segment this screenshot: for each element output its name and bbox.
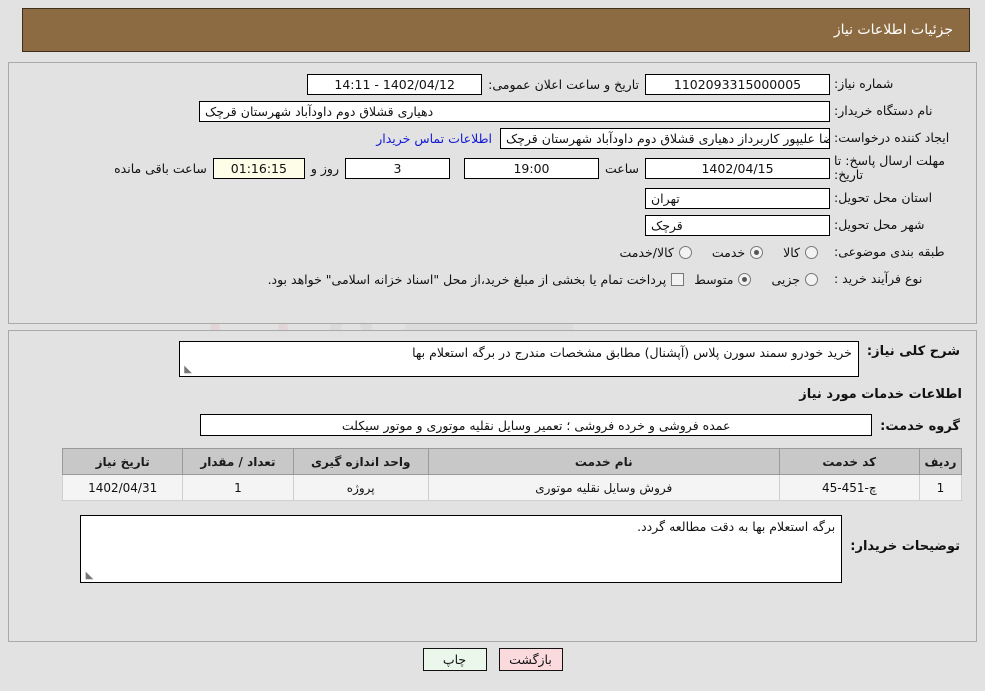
days-unit-label: روز و xyxy=(310,160,339,176)
treasury-checkbox-label: پرداخت تمام یا بخشی از مبلغ خرید،از محل … xyxy=(267,272,667,288)
cell-name: فروش وسایل نقلیه موتوری xyxy=(427,474,780,501)
category-option-kala-khedmat[interactable]: کالا/خدمت xyxy=(615,245,703,260)
row-need-number: شماره نیاز: 1102093315000005 تاریخ و ساع… xyxy=(23,73,962,95)
buyer-notes-textarea[interactable]: برگه استعلام بها به دقت مطالعه گردد. ◣ xyxy=(80,515,843,583)
hour-label: ساعت xyxy=(604,160,639,176)
remaining-time-value: 01:16:15 xyxy=(212,157,305,179)
creator-label: ایجاد کننده درخواست: xyxy=(834,129,950,145)
row-city: شهر محل تحویل: قرچک xyxy=(23,215,962,237)
purchase-radio-group: جزیی متوسط xyxy=(690,272,830,287)
need-description-label: شرح کلی نیاز: xyxy=(866,344,960,359)
print-button[interactable]: چاپ xyxy=(422,648,487,671)
purchase-option-motevaset[interactable]: متوسط xyxy=(690,272,763,287)
th-date: تاریخ نیاز xyxy=(61,448,184,475)
announce-label: تاریخ و ساعت اعلان عمومی: xyxy=(488,76,639,92)
resize-grip-icon[interactable]: ◣ xyxy=(83,571,94,581)
row-organization: نام دستگاه خریدار: دهیاری قشلاق دوم داود… xyxy=(23,100,962,122)
need-description-value: خرید خودرو سمند سورن پلاس (آپشنال) مطابق… xyxy=(412,345,852,360)
row-deadline: مهلت ارسال پاسخ: تا تاریخ: 1402/04/15 سا… xyxy=(23,153,962,183)
th-qty: تعداد / مقدار xyxy=(182,448,294,475)
radio-icon[interactable] xyxy=(805,273,818,287)
cell-date: 1402/04/31 xyxy=(61,474,184,501)
back-button[interactable]: بازگشت xyxy=(498,648,563,671)
deadline-hour-value: 19:00 xyxy=(463,157,599,179)
radio-selected-icon[interactable] xyxy=(750,246,764,260)
cell-unit: پروژه xyxy=(292,474,429,501)
announce-value: 1402/04/12 - 14:11 xyxy=(307,73,483,95)
category-option-label: کالا xyxy=(783,245,800,261)
need-info-panel: شماره نیاز: 1102093315000005 تاریخ و ساع… xyxy=(8,62,977,324)
buyer-notes-label: توضیحات خریدار: xyxy=(850,539,960,554)
remaining-days-value: 3 xyxy=(344,157,450,179)
row-service-group: گروه خدمت: عمده فروشی و خرده فروشی ؛ تعم… xyxy=(23,414,962,436)
category-radio-group: کالا خدمت کالا/خدمت xyxy=(615,245,830,260)
treasury-checkbox-item[interactable]: پرداخت تمام یا بخشی از مبلغ خرید،از محل … xyxy=(264,272,691,287)
header-bar: جزئیات اطلاعات نیاز xyxy=(22,8,970,52)
th-code: کد خدمت xyxy=(778,448,920,475)
need-description-textarea[interactable]: خرید خودرو سمند سورن پلاس (آپشنال) مطابق… xyxy=(178,341,859,377)
purchase-option-label: متوسط xyxy=(694,272,734,288)
purchase-type-label: نوع فرآیند خرید : xyxy=(834,271,923,287)
radio-selected-icon[interactable] xyxy=(738,273,752,287)
city-value: قرچک xyxy=(645,215,830,237)
category-option-kala[interactable]: کالا xyxy=(779,245,830,260)
need-number-value: 1102093315000005 xyxy=(645,73,830,95)
footer-buttons: بازگشت چاپ xyxy=(0,648,985,671)
radio-icon[interactable] xyxy=(678,246,692,260)
city-label: شهر محل تحویل: xyxy=(834,217,925,233)
th-name: نام خدمت xyxy=(427,448,780,475)
deadline-label: مهلت ارسال پاسخ: تا تاریخ: xyxy=(834,153,945,183)
category-option-label: کالا/خدمت xyxy=(619,245,674,261)
organization-label: نام دستگاه خریدار: xyxy=(834,102,933,118)
table-header-row: ردیف کد خدمت نام خدمت واحد اندازه گیری ت… xyxy=(61,448,963,475)
service-details-section: شرح کلی نیاز: خرید خودرو سمند سورن پلاس … xyxy=(8,330,977,642)
row-purchase-type: نوع فرآیند خرید : جزیی متوسط پرداخت تمام… xyxy=(23,269,962,291)
category-option-khedmat[interactable]: خدمت xyxy=(708,245,775,260)
table-row: 1 چ-451-45 فروش وسایل نقلیه موتوری پروژه… xyxy=(61,474,963,501)
remaining-unit-label: ساعت باقی مانده xyxy=(114,160,207,176)
resize-grip-icon[interactable]: ◣ xyxy=(182,365,192,375)
row-creator: ایجاد کننده درخواست: رضا علیپور کاربرداز… xyxy=(23,127,962,149)
row-category: طبقه بندی موضوعی: کالا خدمت کالا/خدمت xyxy=(23,242,962,264)
row-buyer-notes: توضیحات خریدار: برگه استعلام بها به دقت … xyxy=(23,515,962,583)
category-label: طبقه بندی موضوعی: xyxy=(834,244,945,260)
buyer-notes-value: برگه استعلام بها به دقت مطالعه گردد. xyxy=(637,519,836,534)
row-need-description: شرح کلی نیاز: خرید خودرو سمند سورن پلاس … xyxy=(23,341,962,377)
province-label: استان محل تحویل: xyxy=(834,190,933,206)
services-section-title: اطلاعات خدمات مورد نیاز xyxy=(799,387,962,402)
services-table: ردیف کد خدمت نام خدمت واحد اندازه گیری ت… xyxy=(61,448,963,501)
page-root: AriaTender.net جزئیات اطلاعات نیاز شماره… xyxy=(0,0,985,691)
service-group-value: عمده فروشی و خرده فروشی ؛ تعمیر وسایل نق… xyxy=(200,414,873,436)
cell-code: چ-451-45 xyxy=(778,474,920,501)
service-group-label: گروه خدمت: xyxy=(880,419,960,434)
organization-value: دهیاری قشلاق دوم داودآباد شهرستان قرچک xyxy=(199,100,830,122)
purchase-option-label: جزیی xyxy=(771,272,800,288)
need-number-label: شماره نیاز: xyxy=(834,75,894,91)
th-unit: واحد اندازه گیری xyxy=(292,448,429,475)
province-value: تهران xyxy=(645,188,830,210)
th-radif: ردیف xyxy=(918,448,963,475)
category-option-label: خدمت xyxy=(711,245,746,261)
page-title: جزئیات اطلاعات نیاز xyxy=(833,22,953,38)
purchase-option-jozii[interactable]: جزیی xyxy=(767,272,830,287)
creator-value: رضا علیپور کاربرداز دهیاری قشلاق دوم داو… xyxy=(500,127,830,149)
checkbox-icon[interactable] xyxy=(671,273,685,287)
cell-radif: 1 xyxy=(918,474,963,501)
cell-qty: 1 xyxy=(182,474,294,501)
buyer-contact-link[interactable]: اطلاعات تماس خریدار xyxy=(368,131,500,146)
deadline-date-value: 1402/04/15 xyxy=(645,157,830,179)
radio-icon[interactable] xyxy=(805,246,818,260)
row-province: استان محل تحویل: تهران xyxy=(23,188,962,210)
